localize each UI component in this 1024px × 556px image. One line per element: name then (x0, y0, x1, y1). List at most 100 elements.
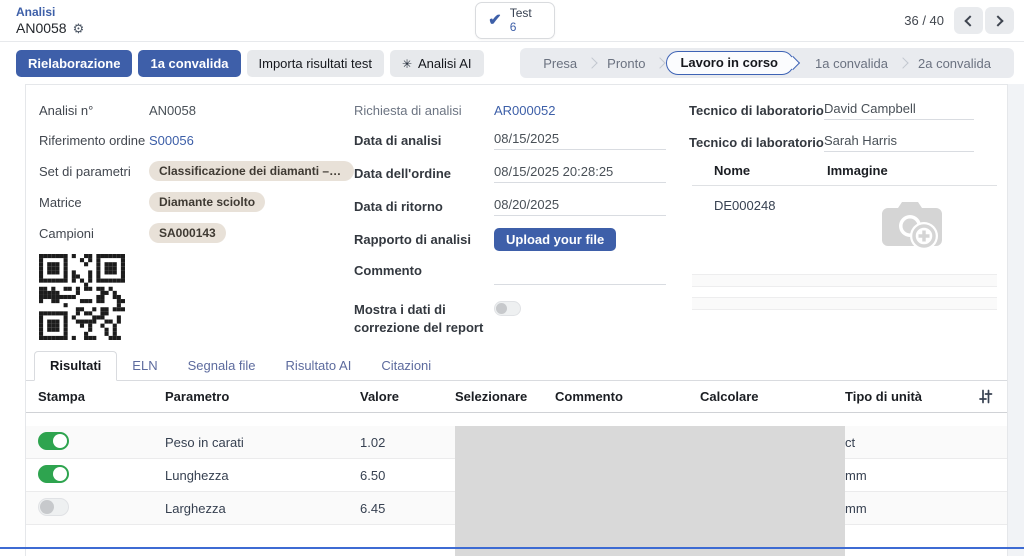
form-right-column: Tecnico di laboratorio David Campbell Te… (689, 101, 997, 347)
breadcrumb: Analisi AN0058 ⚙ (16, 5, 475, 36)
stat-button-label: Test (509, 5, 532, 20)
empty-list-row[interactable] (692, 297, 997, 310)
status-step-lavoro-in-corso[interactable]: Lavoro in corso (666, 51, 794, 75)
disabled-cells-block (455, 426, 845, 556)
record-name: AN0058 (16, 20, 67, 36)
rework-button[interactable]: Rielaborazione (16, 49, 133, 77)
row-parameter: Lunghezza (165, 467, 229, 483)
show-correction-label: Mostra i dati di correzione del report (354, 302, 484, 335)
images-col-immagine: Immagine (827, 163, 888, 178)
right-gutter (1008, 84, 1024, 556)
status-step-pronto[interactable]: Pronto (596, 56, 656, 71)
form-sheet: Analisi n° AN0058 Riferimento ordine S00… (25, 84, 1008, 556)
optional-columns-icon[interactable] (978, 389, 993, 404)
pager-previous-button[interactable] (954, 7, 984, 34)
tab-risultati[interactable]: Risultati (34, 351, 118, 382)
show-correction-toggle[interactable] (494, 301, 521, 316)
ai-analysis-button[interactable]: ✳ Analisi AI (389, 49, 484, 77)
analysis-date-input[interactable]: 08/15/2025 (494, 131, 666, 150)
form-left-column: Analisi n° AN0058 Riferimento ordine S00… (39, 101, 354, 347)
upload-file-button[interactable]: Upload your file (494, 228, 617, 251)
analysis-request-link[interactable]: AR000052 (494, 103, 555, 118)
status-step-2a-convalida[interactable]: 2a convalida (907, 56, 1002, 71)
return-date-label: Data di ritorno (354, 199, 443, 214)
test-stat-button[interactable]: ✔ Test 6 (475, 1, 555, 40)
analysis-request-label: Richiesta di analisi (354, 103, 462, 118)
technician2-label: Tecnico di laboratorio (689, 135, 824, 150)
images-col-nome: Nome (714, 163, 751, 178)
first-validation-button[interactable]: 1a convalida (138, 49, 241, 77)
technician1-input[interactable]: David Campbell (824, 101, 974, 120)
qr-code[interactable] (39, 254, 125, 340)
order-ref-link[interactable]: S00056 (149, 133, 194, 148)
chevron-left-icon (964, 14, 976, 27)
row-parameter: Larghezza (165, 500, 226, 516)
col-valore: Valore (360, 389, 400, 405)
breadcrumb-app-link[interactable]: Analisi (16, 5, 475, 19)
print-toggle[interactable] (38, 464, 69, 483)
row-unit: mm (845, 467, 867, 483)
analysis-form-view: Analisi AN0058 ⚙ ✔ Test 6 36 / 40 Rielab… (0, 0, 1024, 556)
analysis-date-label: Data di analisi (354, 133, 442, 148)
empty-list-row[interactable] (692, 274, 997, 287)
return-date-input[interactable]: 08/20/2025 (494, 197, 666, 216)
tab-risultato-ai[interactable]: Risultato AI (271, 352, 367, 380)
technician1-label: Tecnico di laboratorio (689, 103, 824, 118)
check-icon: ✔ (488, 11, 502, 29)
stat-button-value: 6 (509, 19, 517, 34)
col-selezionare: Selezionare (455, 389, 528, 405)
top-bar: Analisi AN0058 ⚙ ✔ Test 6 36 / 40 (0, 0, 1024, 42)
order-ref-label: Riferimento ordine (39, 133, 146, 148)
order-date-input[interactable]: 08/15/2025 20:28:25 (494, 164, 666, 183)
tab-citazioni[interactable]: Citazioni (366, 352, 446, 380)
print-toggle[interactable] (38, 497, 69, 516)
tab-eln[interactable]: ELN (117, 352, 172, 380)
matrix-tag[interactable]: Diamante sciolto (149, 192, 266, 212)
images-list: Nome Immagine DE000248 (689, 163, 997, 310)
pager-counter: 36 / 40 (904, 13, 945, 28)
row-value[interactable]: 6.45 (360, 501, 455, 516)
print-toggle[interactable] (38, 431, 69, 450)
samples-label: Campioni (39, 225, 94, 241)
col-calcolare: Calcolare (700, 389, 759, 405)
control-panel: Rielaborazione 1a convalida Importa risu… (0, 42, 1024, 84)
analysis-no-value: AN0058 (149, 103, 196, 118)
row-value[interactable]: 6.50 (360, 468, 455, 483)
image-row[interactable]: DE000248 (692, 186, 997, 264)
status-step-1a-convalida[interactable]: 1a convalida (804, 56, 899, 71)
col-commento: Commento (555, 389, 623, 405)
statusbar: Presa Pronto Lavoro in corso 1a convalid… (520, 48, 1014, 78)
analysis-no-label: Analisi n° (39, 103, 94, 118)
results-table-header: Stampa Parametro Valore Selezionare Comm… (26, 381, 1007, 414)
results-table: Stampa Parametro Valore Selezionare Comm… (26, 381, 1007, 556)
technician2-input[interactable]: Sarah Harris (824, 133, 974, 152)
col-stampa: Stampa (38, 389, 85, 405)
row-unit: mm (845, 500, 867, 516)
form-middle-column: Richiesta di analisi AR000052 Data di an… (354, 101, 689, 347)
image-row-name: DE000248 (714, 198, 776, 213)
parameter-set-label: Set di parametri (39, 163, 131, 179)
matrix-label: Matrice (39, 194, 82, 210)
ai-icon: ✳ (401, 56, 413, 71)
parameter-set-tag[interactable]: Classificazione dei diamanti – Dia... (149, 161, 354, 181)
results-rows: Peso in carati 1.02 ct Lunghezza 6.50 mm (26, 426, 1007, 556)
row-unit: ct (845, 434, 856, 450)
pager: 36 / 40 (555, 7, 1015, 34)
pager-next-button[interactable] (985, 7, 1015, 34)
col-parametro: Parametro (165, 389, 230, 405)
samples-tag[interactable]: SA000143 (149, 223, 226, 243)
status-step-presa[interactable]: Presa (532, 56, 588, 71)
notebook-tabs: Risultati ELN Segnala file Risultato AI … (26, 351, 1007, 382)
import-test-results-button[interactable]: Importa risultati test (246, 49, 384, 77)
gear-icon[interactable]: ⚙ (73, 22, 85, 35)
comment-input[interactable] (494, 279, 666, 285)
add-photo-icon[interactable] (874, 196, 950, 258)
analysis-report-label: Rapporto di analisi (354, 232, 472, 247)
col-tipo-di-unita: Tipo di unità (845, 389, 923, 405)
row-focus-line (0, 547, 1024, 549)
row-parameter: Peso in carati (165, 434, 244, 450)
table-spacer (26, 413, 1007, 426)
row-value[interactable]: 1.02 (360, 435, 455, 450)
tab-segnala-file[interactable]: Segnala file (173, 352, 271, 380)
comment-label: Commento (354, 263, 422, 278)
